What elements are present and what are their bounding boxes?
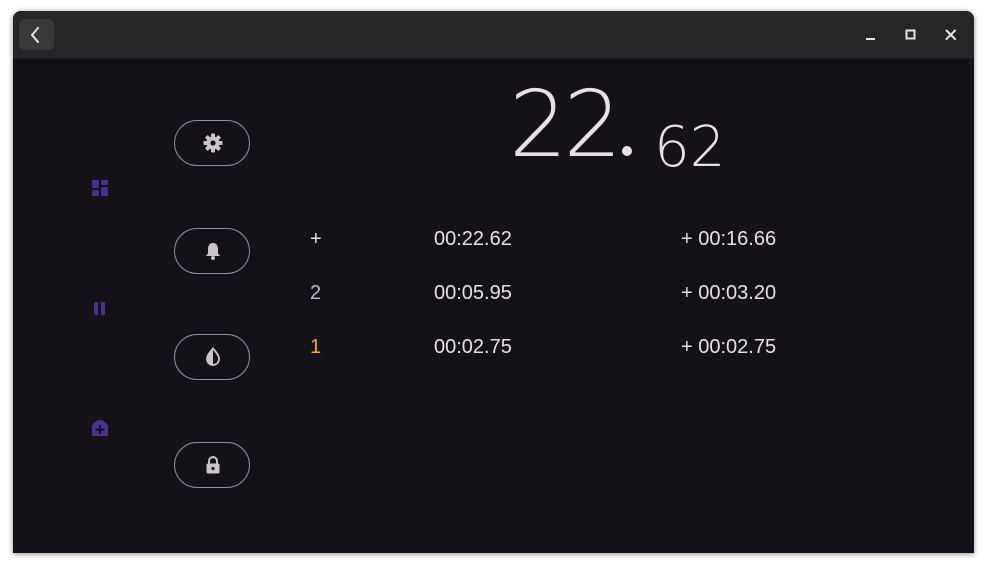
lap-number: 1 <box>310 336 322 358</box>
lap-difference: + 00:03.20 <box>681 282 777 304</box>
lap-difference: + 00:02.75 <box>681 336 777 358</box>
stopwatch-seconds: 22 <box>509 71 622 178</box>
lap-row: + 00:22.62 + 00:16.66 <box>13 228 974 258</box>
minimize-button[interactable] <box>859 23 883 47</box>
decimal-point <box>622 146 633 156</box>
close-icon <box>945 29 956 40</box>
settings-button[interactable] <box>174 120 250 166</box>
lap-time: 00:05.95 <box>434 282 512 304</box>
gear-icon <box>203 133 223 153</box>
titlebar <box>13 11 974 59</box>
lock-icon <box>206 456 220 474</box>
chevron-left-icon <box>31 27 39 43</box>
minimize-icon <box>866 38 875 40</box>
maximize-button[interactable] <box>899 23 923 47</box>
lock-button[interactable] <box>174 442 250 488</box>
lap-time: 00:02.75 <box>434 336 512 358</box>
lap-number: + <box>310 228 322 250</box>
stopwatch-display: 22 62 <box>509 79 725 181</box>
maximize-icon <box>905 29 916 40</box>
stopwatch-hundredths: 62 <box>654 115 726 180</box>
close-button[interactable] <box>939 23 963 47</box>
lap-difference: + 00:16.66 <box>681 228 777 250</box>
lap-number: 2 <box>310 282 322 304</box>
add-alarm-icon[interactable] <box>91 419 109 441</box>
dashboard-icon[interactable] <box>92 180 109 201</box>
lap-row: 2 00:05.95 + 00:03.20 <box>13 282 974 312</box>
lap-time: 00:22.62 <box>434 228 512 250</box>
stopwatch-window: 22 62 + 00:22.62 + 00:16.66 2 00:05.95 + … <box>13 11 974 553</box>
back-button[interactable] <box>19 19 54 50</box>
lap-row: 1 00:02.75 + 00:02.75 <box>13 336 974 366</box>
